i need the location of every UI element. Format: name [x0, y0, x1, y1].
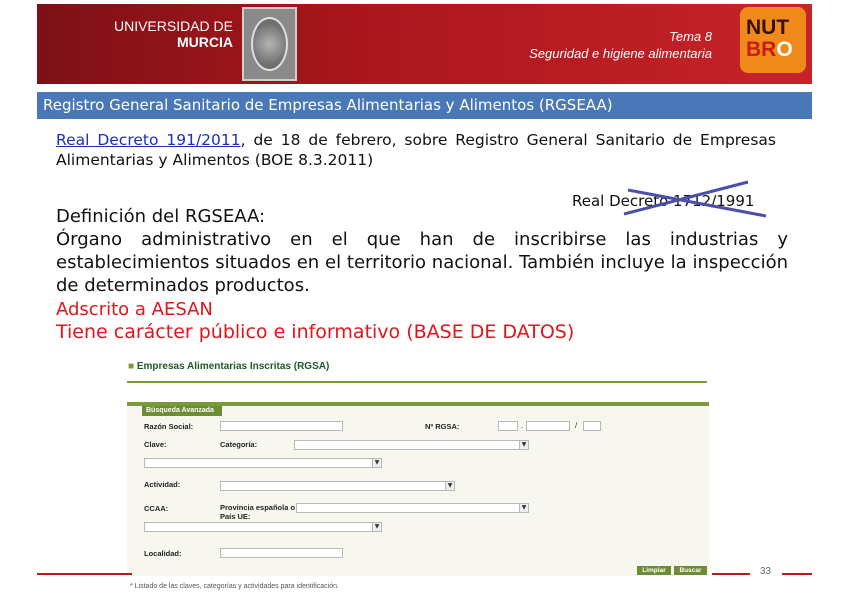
chevron-down-icon: ▼ — [519, 441, 528, 449]
actividad-label: Actividad: — [144, 480, 181, 489]
actividad-select[interactable]: ▼ — [220, 481, 455, 491]
caracter-line: Tiene carácter público e informativo (BA… — [56, 321, 575, 343]
categoria-label: Categoría: — [220, 440, 258, 449]
nrgsa-slash: / — [575, 421, 578, 430]
footer-rule-mid — [712, 573, 750, 575]
adscrito-line: Adscrito a AESAN — [56, 299, 213, 320]
buscar-button[interactable]: Buscar — [674, 566, 707, 575]
footer-rule-right — [782, 573, 812, 575]
clave-select[interactable]: ▼ — [144, 458, 382, 468]
chevron-down-icon: ▼ — [519, 504, 528, 512]
footnote: * Listado de las claves, categorías y ac… — [130, 583, 339, 590]
nrgsa-input-2[interactable] — [526, 421, 570, 431]
chevron-down-icon: ▼ — [445, 482, 454, 490]
decree-paragraph: Real Decreto 191/2011, de 18 de febrero,… — [56, 130, 776, 170]
razon-social-input[interactable] — [220, 421, 343, 431]
limpiar-button[interactable]: Limpiar — [637, 566, 671, 575]
course-info: Tema 8 Seguridad e higiene alimentaria — [412, 28, 712, 62]
rgsa-title-text: Empresas Alimentarias Inscritas (RGSA) — [136, 361, 330, 372]
definition-body: Órgano administrativo en el que han de i… — [56, 229, 788, 296]
ccaa-label: CCAA: — [144, 504, 169, 513]
logo-line2b: O — [776, 38, 793, 61]
subject-label: Seguridad e higiene alimentaria — [529, 46, 712, 61]
razon-social-label: Razón Social: — [144, 422, 194, 431]
logo-line2a: BR — [746, 38, 777, 61]
rgsa-title: ■ Empresas Alimentarias Inscritas (RGSA) — [128, 361, 330, 372]
clave-label: Clave: — [144, 440, 167, 449]
provincia-label: Provincia española o País UE: — [220, 503, 296, 521]
divider — [127, 381, 707, 383]
categoria-select[interactable]: ▼ — [294, 440, 529, 450]
provincia-select[interactable]: ▼ — [296, 503, 529, 513]
localidad-label: Localidad: — [144, 549, 182, 558]
cross-out-mark-icon — [623, 180, 767, 218]
university-line2: MURCIA — [177, 34, 233, 50]
university-name: UNIVERSIDAD DE MURCIA — [83, 18, 233, 50]
nrgsa-input-1[interactable] — [498, 421, 518, 431]
definition-title: Definición del RGSEAA: — [56, 206, 266, 227]
tab-busqueda-avanzada[interactable]: Búsqueda Avanzada — [142, 406, 222, 416]
page-number: 33 — [760, 566, 772, 577]
header-banner: UNIVERSIDAD DE MURCIA Tema 8 Seguridad e… — [37, 4, 812, 84]
decree-link[interactable]: Real Decreto 191/2011 — [56, 131, 241, 149]
logo-line1: NUT — [746, 16, 790, 39]
university-line1: UNIVERSIDAD DE — [113, 18, 233, 34]
tema-label: Tema 8 — [669, 29, 712, 44]
nutbro-logo-icon: NUT BRO — [740, 7, 806, 73]
chevron-down-icon: ▼ — [372, 523, 381, 531]
ccaa-select[interactable]: ▼ — [144, 522, 382, 532]
university-seal-icon — [242, 7, 297, 81]
localidad-input[interactable] — [220, 548, 343, 558]
footer-rule-left — [37, 573, 132, 575]
chevron-down-icon: ▼ — [372, 459, 381, 467]
nrgsa-input-3[interactable] — [583, 421, 601, 431]
nrgsa-dot: . — [521, 421, 524, 430]
slide-title: Registro General Sanitario de Empresas A… — [37, 92, 812, 119]
nrgsa-label: Nº RGSA: — [425, 422, 460, 431]
